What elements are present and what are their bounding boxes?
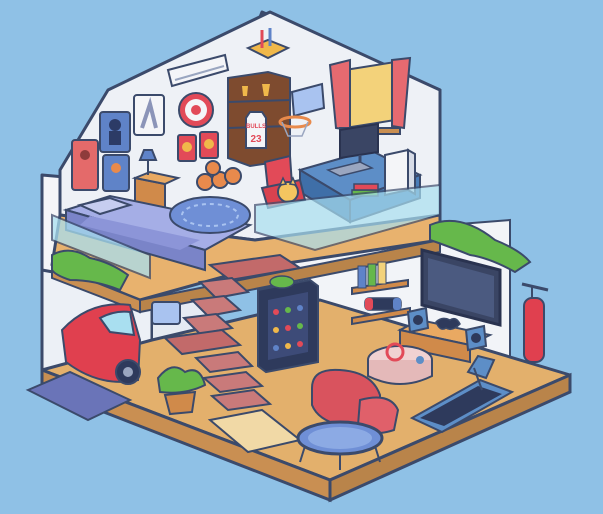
punching-bag-icon[interactable] (521, 282, 549, 363)
jersey-number-label: 23 (250, 134, 262, 145)
poster-icon[interactable] (99, 111, 131, 153)
window (328, 56, 412, 135)
fridge-icon[interactable] (257, 278, 319, 374)
scene-canvas: BULLS 23 (25, 10, 572, 503)
plant-icon[interactable] (269, 275, 295, 289)
wall-panel[interactable] (151, 301, 181, 325)
poster-icon[interactable] (133, 94, 165, 136)
poster-icon[interactable] (71, 139, 99, 191)
jersey: BULLS 23 (245, 111, 267, 149)
gamepad-icon[interactable] (435, 317, 461, 331)
target-icon[interactable] (178, 92, 214, 128)
isometric-room-scene: BULLS 23 (0, 0, 603, 514)
rug-icon[interactable] (169, 196, 251, 234)
jersey-team-label: BULLS (246, 124, 266, 130)
poster-icon[interactable] (102, 154, 130, 192)
game-table[interactable] (367, 342, 433, 385)
